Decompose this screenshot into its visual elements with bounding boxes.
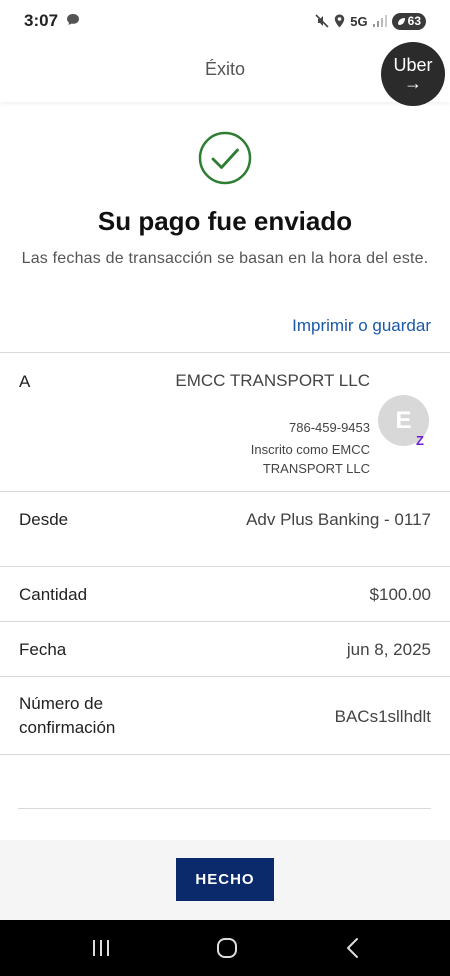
- chat-icon: [67, 14, 79, 25]
- success-check-icon: [198, 131, 252, 185]
- amount-label: Cantidad: [19, 585, 88, 604]
- recent-apps-icon[interactable]: [88, 936, 114, 960]
- date-label: Fecha: [19, 640, 67, 659]
- print-or-save-link[interactable]: Imprimir o guardar: [292, 316, 431, 336]
- status-time: 3:07: [24, 11, 59, 30]
- confirmation-subtitle: Las fechas de transacción se basan en la…: [21, 250, 429, 267]
- zelle-icon: Z: [416, 433, 424, 448]
- recipient-enrolled-as: Inscrito como EMCC TRANSPORT LLC: [250, 442, 370, 476]
- navigation-bar: [0, 920, 450, 976]
- date-value: jun 8, 2025: [346, 640, 431, 659]
- divider: [18, 808, 431, 809]
- confirmation-title: Su pago fue enviado: [97, 206, 353, 236]
- divider: [0, 754, 450, 755]
- mute-icon: [315, 14, 329, 28]
- signal-icon: [372, 15, 387, 27]
- uber-logo-text: Uber: [393, 55, 433, 75]
- location-icon: [335, 14, 345, 28]
- to-label: A: [19, 372, 31, 391]
- confirmation-number-label: Número de confirmación: [19, 694, 116, 737]
- back-icon[interactable]: [340, 936, 366, 960]
- recipient-name: EMCC TRANSPORT LLC: [175, 371, 370, 390]
- home-icon[interactable]: [214, 936, 240, 960]
- amount-value: $100.00: [369, 585, 431, 604]
- status-bar: 3:07 5G 63: [0, 0, 450, 40]
- divider: [0, 621, 450, 622]
- from-value: Adv Plus Banking - 0117: [246, 510, 431, 529]
- battery-level: 63: [407, 14, 421, 28]
- status-icons: 5G 63: [315, 11, 426, 31]
- divider: [0, 566, 450, 567]
- avatar-initial: E: [395, 406, 412, 434]
- confirmation-number-value: BACs1sllhdlt: [334, 707, 431, 726]
- uber-bubble-button[interactable]: Uber →: [381, 42, 445, 106]
- divider: [0, 676, 450, 677]
- done-button[interactable]: HECHO: [176, 858, 274, 901]
- network-label: 5G: [350, 13, 368, 29]
- arrow-right-icon: →: [404, 73, 422, 93]
- divider: [0, 352, 450, 353]
- from-label: Desde: [19, 510, 69, 529]
- recipient-phone: 786-459-9453: [289, 420, 370, 435]
- battery-icon: 63: [391, 12, 426, 30]
- battery-saver-icon: [397, 18, 405, 25]
- divider: [0, 491, 450, 492]
- zelle-badge-letter: Z: [416, 433, 424, 448]
